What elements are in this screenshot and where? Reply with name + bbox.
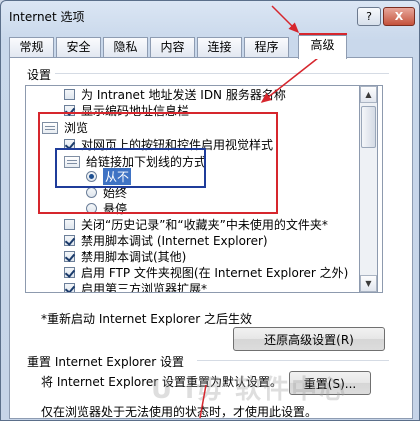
tab-programs[interactable]: 程序 (244, 37, 289, 57)
help-icon: ? (366, 10, 372, 23)
close-icon: X (394, 10, 404, 23)
setting-label: 为 Intranet 地址发送 IDN 服务器名称 (81, 88, 286, 102)
radio-button[interactable] (86, 203, 97, 214)
reset-divider (197, 360, 389, 361)
help-button[interactable]: ? (357, 7, 381, 26)
checkbox[interactable] (64, 283, 75, 292)
setting-close-unused-folders[interactable]: 关闭“历史记录”和“收藏夹”中未使用的文件夹* (64, 216, 328, 233)
option-label: 悬停 (103, 202, 128, 216)
tab-content[interactable]: 内容 (150, 37, 195, 57)
group-browsing: 浏览 (42, 119, 88, 136)
option-never[interactable]: 从不 (86, 168, 132, 185)
setting-label: 对网页上的按钮和控件启用视觉样式 (81, 138, 274, 152)
tab-connections[interactable]: 连接 (197, 37, 242, 57)
setting-idn[interactable]: 为 Intranet 地址发送 IDN 服务器名称 (64, 86, 286, 103)
scroll-thumb[interactable] (361, 106, 376, 148)
settings-list[interactable]: 为 Intranet 地址发送 IDN 服务器名称 显示编码地址信息栏 浏览 对… (25, 85, 383, 293)
group-icon (64, 155, 80, 168)
setting-ftp-folder-view[interactable]: 启用 FTP 文件夹视图(在 Internet Explorer 之外) (64, 264, 348, 281)
setting-label: 禁用脚本调试 (Internet Explorer) (81, 234, 268, 248)
checkbox[interactable] (64, 89, 75, 100)
settings-divider (55, 73, 389, 74)
setting-visual-styles[interactable]: 对网页上的按钮和控件启用视觉样式 (64, 136, 273, 153)
setting-show-encoded-address[interactable]: 显示编码地址信息栏 (64, 102, 189, 119)
restart-note: *重新启动 Internet Explorer 之后生效 (41, 312, 253, 326)
close-button[interactable]: X (383, 7, 415, 26)
checkbox[interactable] (64, 105, 75, 116)
checkbox[interactable] (64, 139, 75, 150)
internet-options-window: Internet 选项 ? X 常规 安全 隐私 内容 连接 程序 高级 设置 … (0, 0, 420, 421)
setting-third-party-extensions[interactable]: 启用第三方浏览器扩展* (64, 280, 208, 293)
scroll-down-icon[interactable]: ▼ (360, 275, 377, 292)
group-label: 浏览 (64, 121, 89, 135)
radio-button[interactable] (86, 171, 97, 182)
scroll-up-icon[interactable]: ▲ (360, 86, 377, 103)
settings-scrollbar[interactable]: ▲ ▼ (359, 85, 378, 293)
option-label: 始终 (103, 186, 128, 200)
group-icon (42, 121, 58, 134)
setting-disable-script-debug-other[interactable]: 禁用脚本调试(其他) (64, 248, 186, 265)
option-always[interactable]: 始终 (86, 184, 127, 201)
checkbox[interactable] (64, 267, 75, 278)
setting-disable-script-debug-ie[interactable]: 禁用脚本调试 (Internet Explorer) (64, 232, 268, 249)
radio-button[interactable] (86, 187, 97, 198)
title-bar: Internet 选项 ? X (1, 1, 419, 31)
checkbox[interactable] (64, 219, 75, 230)
checkbox[interactable] (64, 251, 75, 262)
restore-advanced-button[interactable]: 还原高级设置(R) (233, 327, 385, 351)
reset-heading: 重置 Internet Explorer 设置 (27, 355, 185, 369)
setting-label: 启用第三方浏览器扩展* (81, 282, 208, 293)
tab-general[interactable]: 常规 (9, 37, 54, 57)
setting-label: 禁用脚本调试(其他) (81, 250, 187, 264)
checkbox[interactable] (64, 235, 75, 246)
setting-label: 关闭“历史记录”和“收藏夹”中未使用的文件夹* (81, 218, 328, 232)
option-label: 从不 (103, 168, 132, 185)
tab-privacy[interactable]: 隐私 (103, 37, 148, 57)
settings-label: 设置 (27, 68, 52, 82)
watermark: U i毋 软件中心 (151, 375, 348, 405)
setting-label: 启用 FTP 文件夹视图(在 Internet Explorer 之外) (81, 266, 349, 280)
option-hover[interactable]: 悬停 (86, 200, 127, 217)
window-title: Internet 选项 (9, 10, 85, 24)
tab-security[interactable]: 安全 (56, 37, 101, 57)
tab-advanced[interactable]: 高级 (298, 35, 347, 59)
setting-label: 显示编码地址信息栏 (81, 104, 190, 118)
